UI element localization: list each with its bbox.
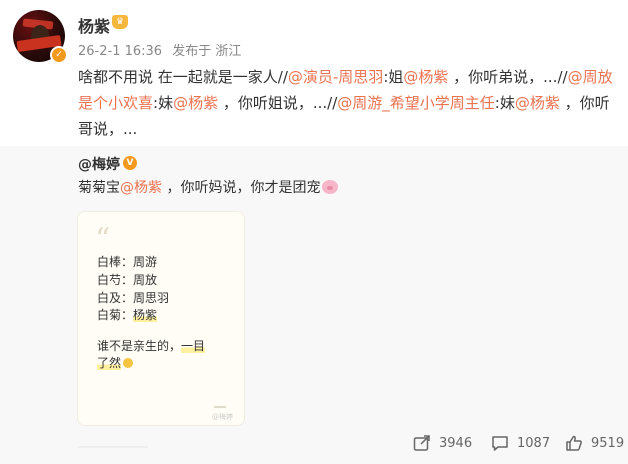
mention-link[interactable]: @演员-周思羽 [288,68,383,86]
vip-crown-icon: ♛ [112,15,128,29]
mention-link[interactable]: @杨紫 [173,94,218,112]
quoted-text-suffix: ，你听妈说，你才是团宠 [162,180,321,196]
comment-button[interactable]: 1087 [491,434,550,452]
mention-link[interactable]: @周游_希望小学周主任 [337,94,495,112]
post-date[interactable]: 26-2-1 16:36 [78,44,162,59]
mention-link[interactable]: @杨紫 [515,94,560,112]
repost-button[interactable]: 3946 [413,434,472,452]
author-name[interactable]: 杨紫 [78,13,110,37]
post-text: ，你听弟说，...// [448,68,568,86]
quoted-text-prefix: 菊菊宝 [78,180,120,196]
quoted-mention[interactable]: @杨紫 [120,180,162,196]
pig-emoji-icon [322,180,339,194]
card-line-5: 谁不是亲生的，一目 [97,339,206,353]
post-body: 啥都不用说 在一起就是一家人//@演员-周思羽:姐@杨紫 ，你听弟说，...//… [78,64,613,142]
mention-link[interactable]: @杨紫 [403,68,448,86]
comment-icon [492,436,508,451]
card-line-4: 白菊：杨紫 [97,308,158,322]
verified-icon: ✓ [50,46,68,64]
post-text: :妹 [153,94,174,112]
post-text: ，你听姐说，...// [218,94,338,112]
quote-image-card[interactable]: “ 白棒：周游 白芍：周放 白及：周思羽 白菊：杨紫 谁不是亲生的，一目 了然 … [77,211,245,426]
repost-icon [413,435,430,451]
quote-footer-line [78,446,148,448]
card-line-6: 了然 [97,354,134,371]
like-count: 9519 [591,435,625,451]
thumbs-up-icon [566,435,582,451]
quoted-author[interactable]: @梅婷 [78,154,120,174]
repost-count: 3946 [439,435,473,451]
quoted-text: 菊菊宝@杨紫 ，你听妈说，你才是团宠 [78,178,339,198]
post-text: :妹 [494,94,515,112]
like-button[interactable]: 9519 [565,434,624,452]
smile-emoji-icon [123,358,134,368]
quote-mark-icon: “ [95,222,111,257]
card-line-3: 白及：周思羽 [97,291,170,305]
card-watermark: @梅婷 [212,413,233,421]
verified-badge-icon: V [123,156,137,170]
post-text: 啥都不用说 在一起就是一家人// [78,68,288,86]
post-meta: 26-2-1 16:36 发布于 浙江 [78,40,247,59]
card-line-1: 白棒：周游 [97,255,158,269]
card-line-2: 白芍：周放 [97,273,158,287]
comment-count: 1087 [517,435,551,451]
post-text: :姐 [383,68,404,86]
post-source: 发布于 浙江 [172,44,242,59]
card-divider [214,406,226,408]
